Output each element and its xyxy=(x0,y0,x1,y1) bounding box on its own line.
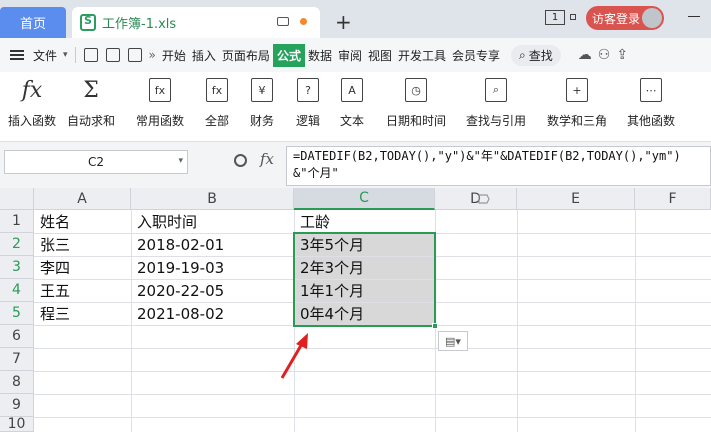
document-tab[interactable]: 工作簿-1.xls xyxy=(72,7,320,38)
ribbon-label: 自动求和 xyxy=(67,114,116,128)
ribbon-label: 常用函数 xyxy=(136,114,185,128)
formula-bar: C2 ▾ fx =DATEDIF(B2,TODAY(),"y")&"年"&DAT… xyxy=(0,142,711,188)
date-time-button[interactable]: ◷ 日期和时间 xyxy=(386,78,446,129)
more-chevron-icon[interactable]: » xyxy=(146,48,159,62)
chevron-down-icon[interactable]: ▾ xyxy=(178,156,183,166)
ribbon-label: 数学和三角 xyxy=(547,114,608,128)
math-icon: + xyxy=(566,78,588,102)
yen-icon: ¥ xyxy=(251,78,273,102)
menu-page-layout[interactable]: 页面布局 xyxy=(219,47,273,64)
spreadsheet-file-icon xyxy=(80,14,96,31)
share-user-icon[interactable]: ⚇ xyxy=(595,47,614,63)
all-functions-button[interactable]: fx 全部 xyxy=(205,78,229,129)
menu-insert[interactable]: 插入 xyxy=(189,47,219,64)
lookup-icon: ⌕ xyxy=(485,78,507,102)
common-functions-button[interactable]: fx 常用函数 xyxy=(136,78,184,129)
ribbon-label: 查找与引用 xyxy=(466,114,527,128)
more-functions-icon: ⋯ xyxy=(640,78,662,102)
window-icon[interactable] xyxy=(570,14,576,20)
zoom-icon[interactable] xyxy=(234,154,247,167)
ribbon-label: 全部 xyxy=(205,114,230,128)
minimize-icon[interactable] xyxy=(688,16,700,17)
ribbon-label: 财务 xyxy=(250,114,275,128)
menu-view[interactable]: 视图 xyxy=(365,47,395,64)
chevron-down-icon[interactable]: ▾ xyxy=(60,50,71,60)
ribbon-label: 文本 xyxy=(340,114,365,128)
menu-formula[interactable]: 公式 xyxy=(272,43,305,67)
hamburger-menu-icon[interactable] xyxy=(10,50,24,60)
star-fx-icon: fx xyxy=(149,78,171,102)
export-icon[interactable]: ⇪ xyxy=(613,47,631,63)
search-label: 查找 xyxy=(528,48,553,63)
save-icon[interactable] xyxy=(83,48,98,62)
menu-member[interactable]: 会员专享 xyxy=(449,47,503,64)
annotation-arrow-icon xyxy=(280,333,308,379)
fx-icon: fx xyxy=(21,77,43,103)
math-trig-button[interactable]: + 数学和三角 xyxy=(547,78,607,129)
fx-icon[interactable]: fx xyxy=(260,150,274,168)
question-icon: ? xyxy=(297,78,319,102)
logical-button[interactable]: ? 逻辑 xyxy=(296,78,320,129)
menu-start[interactable]: 开始 xyxy=(159,47,189,64)
document-title: 工作簿-1.xls xyxy=(102,17,177,32)
menu-review[interactable]: 审阅 xyxy=(335,47,365,64)
ribbon-toolbar: fx 插入函数 Σ 自动求和 fx 常用函数 fx 全部 ¥ 财务 ? 逻辑 A… xyxy=(0,72,711,142)
login-label: 访客登录 xyxy=(592,11,641,26)
menu-file[interactable]: 文件 xyxy=(30,47,60,64)
fx-box-icon: fx xyxy=(206,78,228,102)
insert-function-button[interactable]: fx 插入函数 xyxy=(8,78,56,129)
divider xyxy=(74,47,76,63)
spreadsheet-grid: A B C D E F 1 2 3 4 5 6 7 8 9 10 姓名 入职时间… xyxy=(0,188,711,432)
sigma-icon: Σ xyxy=(83,77,99,103)
cloud-icon[interactable]: ☁ xyxy=(575,47,595,63)
other-functions-button[interactable]: ⋯ 其他函数 xyxy=(627,78,675,129)
home-tab[interactable]: 首页 xyxy=(0,7,66,38)
ribbon-label: 其他函数 xyxy=(627,114,676,128)
search-icon: ⌕ xyxy=(519,47,526,62)
title-bar: 首页 工作簿-1.xls + 1 访客登录 xyxy=(0,0,711,38)
login-button[interactable]: 访客登录 xyxy=(586,6,664,30)
print-icon[interactable] xyxy=(105,48,120,62)
avatar xyxy=(642,8,662,28)
financial-button[interactable]: ¥ 财务 xyxy=(250,78,274,129)
screen-icon[interactable] xyxy=(277,17,289,26)
print-preview-icon[interactable] xyxy=(127,48,142,62)
lookup-reference-button[interactable]: ⌕ 查找与引用 xyxy=(466,78,526,129)
new-tab-button[interactable]: + xyxy=(335,10,352,34)
clock-icon: ◷ xyxy=(405,78,427,102)
ribbon-label: 逻辑 xyxy=(296,114,321,128)
formula-input[interactable]: =DATEDIF(B2,TODAY(),"y")&"年"&DATEDIF(B2,… xyxy=(286,146,711,186)
text-functions-button[interactable]: A 文本 xyxy=(340,78,364,129)
menu-bar: 文件 ▾ » 开始 插入 页面布局 公式 数据 审阅 视图 开发工具 会员专享 … xyxy=(0,38,711,72)
ribbon-label: 日期和时间 xyxy=(386,114,447,128)
name-box[interactable]: C2 ▾ xyxy=(4,150,188,174)
menu-developer[interactable]: 开发工具 xyxy=(395,47,449,64)
menu-data[interactable]: 数据 xyxy=(305,47,335,64)
text-a-icon: A xyxy=(341,78,363,102)
autosum-button[interactable]: Σ 自动求和 xyxy=(67,78,115,129)
unsaved-dot-icon xyxy=(300,18,307,25)
cell-reference: C2 xyxy=(87,155,104,169)
search-box[interactable]: ⌕ 查找 xyxy=(511,44,561,66)
ribbon-label: 插入函数 xyxy=(8,114,57,128)
window-count-badge[interactable]: 1 xyxy=(545,10,565,25)
